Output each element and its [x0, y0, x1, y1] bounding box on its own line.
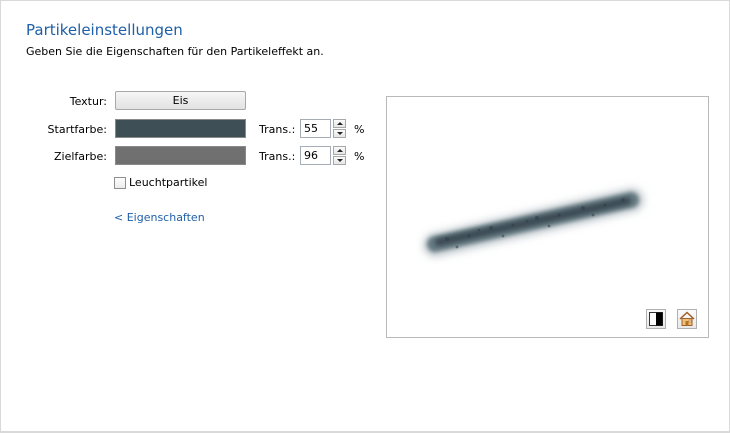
- start-trans-up-button[interactable]: [333, 119, 346, 128]
- black-white-background-icon: [649, 312, 663, 326]
- particle-preview: [386, 96, 709, 338]
- texture-button[interactable]: Eis: [115, 91, 246, 110]
- end-trans-input[interactable]: [300, 146, 331, 165]
- glow-particles-option[interactable]: Leuchtpartikel: [114, 176, 207, 189]
- home-view-button[interactable]: [677, 309, 697, 329]
- texture-label: Textur:: [69, 95, 107, 108]
- arrow-down-icon: [336, 132, 343, 135]
- end-trans-label: Trans.:: [259, 150, 296, 163]
- page-subtitle: Geben Sie die Eigenschaften für den Part…: [26, 45, 324, 58]
- end-color-swatch[interactable]: [115, 146, 246, 165]
- particle-stroke-preview: [423, 188, 644, 257]
- arrow-up-icon: [336, 149, 343, 152]
- properties-link[interactable]: < Eigenschaften: [114, 211, 205, 224]
- house-icon: [679, 311, 695, 326]
- start-trans-input[interactable]: [300, 119, 331, 138]
- page-title: Partikeleinstellungen: [26, 21, 183, 39]
- start-color-label: Startfarbe:: [47, 123, 107, 136]
- end-trans-percent: %: [354, 150, 365, 163]
- arrow-down-icon: [336, 159, 343, 162]
- start-trans-label: Trans.:: [259, 123, 296, 136]
- start-color-swatch[interactable]: [115, 119, 246, 138]
- start-trans-down-button[interactable]: [333, 129, 346, 138]
- start-trans-percent: %: [354, 123, 365, 136]
- glow-particles-label: Leuchtpartikel: [129, 176, 208, 189]
- end-trans-down-button[interactable]: [333, 156, 346, 165]
- end-color-label: Zielfarbe:: [53, 150, 107, 163]
- glow-particles-checkbox[interactable]: [114, 176, 126, 189]
- end-trans-up-button[interactable]: [333, 146, 346, 155]
- background-toggle-button[interactable]: [646, 309, 666, 329]
- particle-settings-panel: Partikeleinstellungen Geben Sie die Eige…: [0, 0, 730, 433]
- arrow-up-icon: [336, 122, 343, 125]
